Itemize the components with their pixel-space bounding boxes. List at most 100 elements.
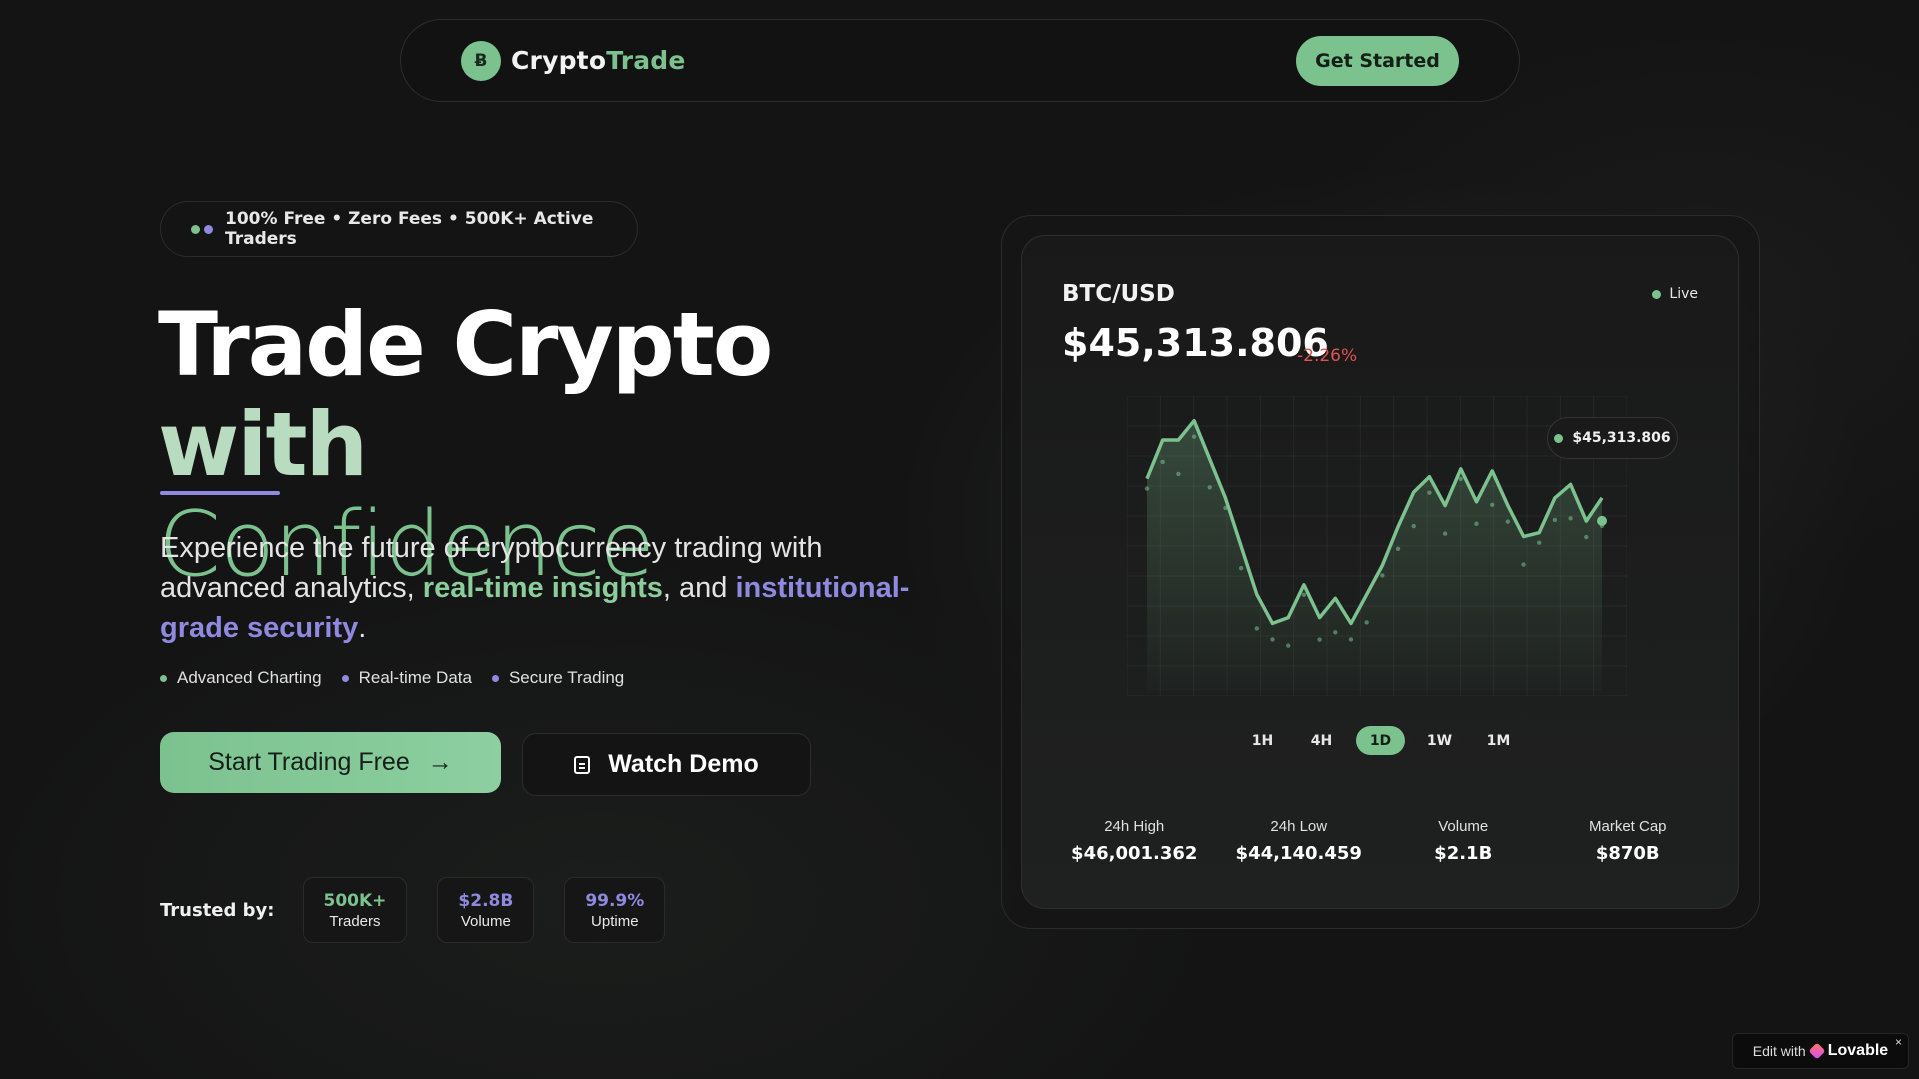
metric-label: Market Cap	[1588, 818, 1667, 835]
current-point	[1597, 515, 1607, 526]
data-point	[1427, 490, 1432, 495]
stat-label: Volume	[460, 912, 511, 930]
top-navbar: Ƀ CryptoTrade Get Started	[400, 19, 1520, 102]
metric-label: Volume	[1438, 818, 1489, 835]
tab-timeframe-1d[interactable]: 1D	[1356, 726, 1405, 755]
trusted-label: Trusted by:	[160, 899, 275, 921]
data-point	[1489, 502, 1495, 508]
live-indicator: Live	[1652, 286, 1698, 302]
stat-chip-traders: 500K+ Traders	[302, 877, 408, 943]
tab-timeframe-1h[interactable]: 1H	[1238, 726, 1287, 755]
bullet-icon	[160, 674, 167, 682]
stat-label: Traders	[329, 912, 381, 930]
feature-list: Advanced Charting Real-time Data Secure …	[160, 668, 624, 688]
stat-value: 99.9%	[585, 890, 645, 911]
data-point	[1458, 476, 1463, 482]
feature-item: Real-time Data	[341, 668, 472, 688]
metric-volume: Volume $2.1B	[1393, 818, 1533, 864]
tab-timeframe-1w[interactable]: 1W	[1415, 726, 1464, 755]
watch-demo-label: Watch Demo	[608, 750, 759, 778]
tab-timeframe-4h[interactable]: 4H	[1297, 726, 1346, 755]
metric-value: $2.1B	[1434, 843, 1493, 864]
data-point	[1364, 620, 1369, 625]
feature-label: Real-time Data	[358, 668, 472, 687]
tab-timeframe-1m[interactable]: 1M	[1474, 726, 1523, 755]
data-point	[1176, 471, 1181, 477]
data-point	[1254, 626, 1260, 631]
data-point	[1301, 592, 1307, 597]
hero-title-main: Trade Crypto	[158, 293, 773, 396]
data-point	[1207, 485, 1212, 490]
edit-with-lovable-badge[interactable]: Edit with Lovable ×	[1732, 1033, 1909, 1069]
tooltip-dot-icon	[1554, 433, 1564, 443]
data-point	[1238, 565, 1244, 571]
stat-chip-volume: $2.8B Volume	[437, 877, 535, 943]
trading-pair: BTC/USD	[1062, 281, 1175, 307]
bitcoin-logo-icon: Ƀ	[461, 40, 501, 81]
hero-description: Experience the future of cryptocurrency …	[160, 528, 920, 648]
feature-label: Secure Trading	[508, 668, 625, 687]
live-label: Live	[1669, 286, 1698, 302]
trusted-by: Trusted by: 500K+ Traders $2.8B Volume 9…	[160, 877, 666, 943]
data-point	[1223, 505, 1228, 511]
stat-chip-uptime: 99.9% Uptime	[564, 877, 666, 943]
metric-24h-low: 24h Low $44,140.459	[1229, 818, 1369, 864]
arrow-right-icon: →	[427, 748, 453, 776]
brand-name-accent: Trade	[606, 46, 686, 75]
green-dot-icon	[191, 224, 200, 234]
metric-label: 24h High	[1104, 818, 1165, 835]
title-underline	[160, 491, 280, 495]
badge-text: 100% Free • Zero Fees • 500K+ Active Tra…	[225, 209, 594, 249]
tooltip-value: $45,313.806	[1572, 430, 1671, 446]
desc-part-2: , and	[662, 572, 736, 604]
desc-part-3: .	[358, 612, 367, 644]
stat-value: 500K+	[323, 890, 387, 911]
chart-area-fill	[1147, 420, 1602, 691]
data-point	[1474, 521, 1479, 526]
stat-value: $2.8B	[458, 890, 514, 911]
data-point	[1411, 523, 1416, 529]
data-point	[1380, 573, 1385, 578]
data-point	[1442, 531, 1448, 536]
timeframe-selector: 1H 4H 1D 1W 1M	[1238, 726, 1523, 755]
data-point	[1333, 630, 1338, 635]
metric-market-cap: Market Cap $870B	[1558, 818, 1698, 864]
data-point	[1160, 459, 1165, 465]
purple-dot-icon	[204, 224, 213, 234]
data-point	[1505, 519, 1511, 524]
stat-label: Uptime	[591, 912, 639, 930]
price-tooltip: $45,313.806	[1547, 417, 1678, 459]
price-change: -2.26%	[1297, 346, 1358, 366]
brand-name: CryptoTrade	[511, 46, 686, 75]
feature-item: Advanced Charting	[160, 668, 322, 688]
metric-value: $46,001.362	[1071, 843, 1198, 864]
start-trading-label: Start Trading Free	[208, 748, 410, 776]
data-point	[1348, 637, 1354, 642]
lovable-prefix: Edit with	[1752, 1043, 1806, 1059]
watch-demo-button[interactable]: Watch Demo	[522, 733, 811, 796]
data-point	[1537, 540, 1542, 545]
metric-24h-high: 24h High $46,001.362	[1064, 818, 1204, 864]
data-point	[1584, 534, 1589, 540]
data-point	[1521, 562, 1526, 567]
data-point	[1270, 637, 1275, 642]
data-point	[1395, 546, 1401, 552]
metric-value: $44,140.459	[1235, 843, 1362, 864]
data-point	[1286, 643, 1291, 648]
close-icon[interactable]: ×	[1895, 1035, 1902, 1049]
badge-dots	[191, 224, 213, 234]
hero-title-accent: with	[158, 393, 368, 496]
market-metrics: 24h High $46,001.362 24h Low $44,140.459…	[1022, 818, 1740, 864]
data-point	[1144, 486, 1150, 491]
start-trading-button[interactable]: Start Trading Free →	[160, 732, 501, 793]
lovable-heart-icon	[1808, 1042, 1826, 1060]
bullet-icon	[341, 674, 349, 682]
get-started-button[interactable]: Get Started	[1296, 35, 1459, 86]
brand[interactable]: Ƀ CryptoTrade	[461, 40, 686, 81]
data-point	[1568, 516, 1573, 521]
data-point	[1552, 517, 1558, 523]
live-dot-icon	[1652, 289, 1662, 299]
data-point	[1191, 434, 1197, 439]
lovable-brand: Lovable	[1827, 1042, 1889, 1059]
feature-label: Advanced Charting	[177, 668, 322, 687]
